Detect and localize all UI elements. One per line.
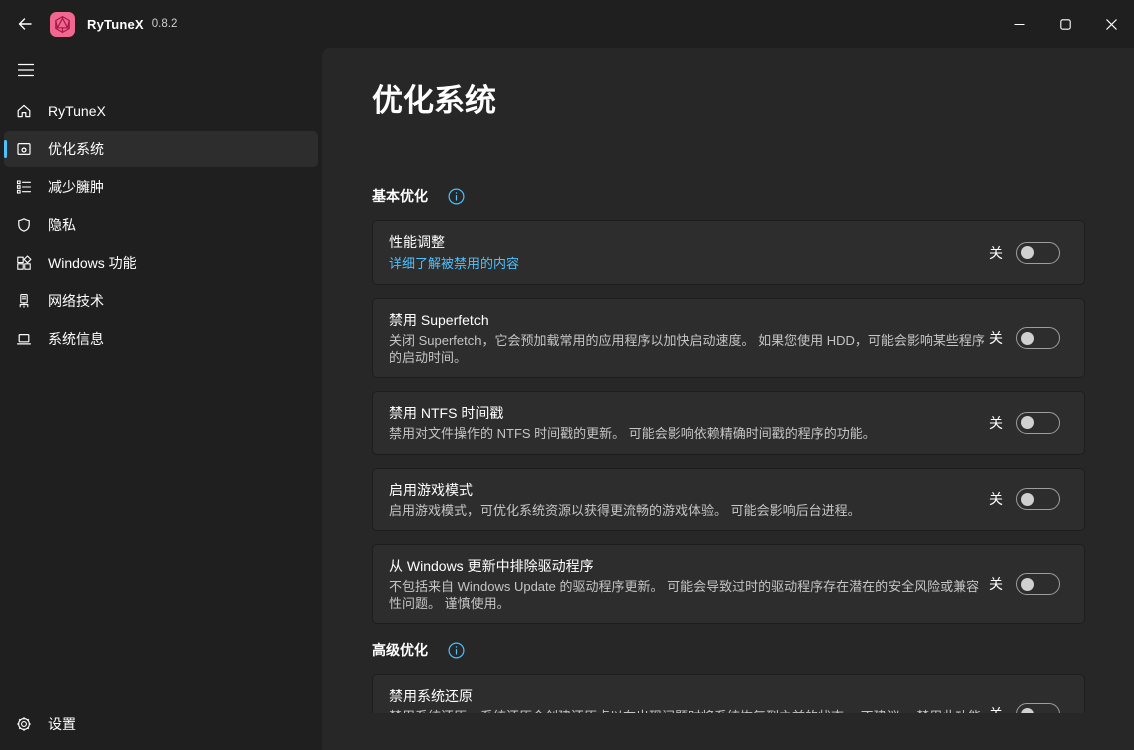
sidebar: RyTuneX 优化系统 减少臃肿 隐私 Windows 功能 网络技术 系统信…: [0, 48, 322, 750]
toggle-knob: [1021, 332, 1034, 345]
toggle-state-label: 关: [989, 489, 1003, 509]
scroll-viewport[interactable]: 优化系统 基本优化 性能调整 详细了解被禁用的内容 关 禁用: [322, 48, 1134, 713]
app-version: 0.8.2: [152, 18, 178, 30]
toggle-switch[interactable]: [1016, 488, 1060, 510]
toggle-state-label: 关: [989, 413, 1003, 433]
laptop-icon: [16, 331, 32, 347]
info-icon[interactable]: [448, 642, 465, 659]
setting-card-performance-tweaks: 性能调整 详细了解被禁用的内容 关: [372, 220, 1085, 285]
features-icon: [16, 255, 32, 271]
sidebar-item-home[interactable]: RyTuneX: [4, 93, 318, 129]
sidebar-item-privacy[interactable]: 隐私: [4, 207, 318, 243]
sidebar-nav: RyTuneX 优化系统 减少臃肿 隐私 Windows 功能 网络技术 系统信…: [0, 91, 322, 359]
cards-container: 禁用系统还原 禁用系统还原，系统还原会创建还原点以在出现问题时将系统恢复到之前的…: [372, 674, 1085, 713]
minimize-icon: [1014, 19, 1025, 30]
toggle-state-label: 关: [989, 704, 1003, 713]
nav-menu-button[interactable]: [6, 53, 46, 87]
sidebar-item-network-tech[interactable]: 网络技术: [4, 283, 318, 319]
titlebar: RyTuneX 0.8.2: [0, 0, 1134, 48]
close-button[interactable]: [1088, 0, 1134, 48]
section-title: 高级优化: [372, 640, 428, 660]
toggle-switch[interactable]: [1016, 327, 1060, 349]
back-button[interactable]: [6, 7, 44, 41]
setting-title: 禁用 NTFS 时间戳: [389, 403, 987, 423]
setting-card-disable-ntfs-timestamp: 禁用 NTFS 时间戳 禁用对文件操作的 NTFS 时间戳的更新。 可能会影响依…: [372, 391, 1085, 455]
debloat-icon: [16, 179, 32, 195]
toggle-knob: [1021, 708, 1034, 714]
section-header: 高级优化: [372, 640, 1085, 660]
section-basic: 基本优化 性能调整 详细了解被禁用的内容 关 禁用 Superfetch 关闭 …: [372, 186, 1085, 624]
setting-description: 关闭 Superfetch，它会预加载常用的应用程序以加快启动速度。 如果您使用…: [389, 333, 987, 366]
toggle-state-label: 关: [989, 243, 1003, 263]
maximize-icon: [1060, 19, 1071, 30]
toggle-knob: [1021, 416, 1034, 429]
toggle-switch[interactable]: [1016, 703, 1060, 713]
setting-card-enable-game-mode: 启用游戏模式 启用游戏模式，可优化系统资源以获得更流畅的游戏体验。 可能会影响后…: [372, 468, 1085, 532]
toggle-knob: [1021, 493, 1034, 506]
toggle-switch[interactable]: [1016, 242, 1060, 264]
sections-container: 基本优化 性能调整 详细了解被禁用的内容 关 禁用 Superfetch 关闭 …: [372, 186, 1085, 713]
toggle-switch[interactable]: [1016, 573, 1060, 595]
sidebar-item-windows-features[interactable]: Windows 功能: [4, 245, 318, 281]
setting-card-exclude-drivers-from-windows-update: 从 Windows 更新中排除驱动程序 不包括来自 Windows Update…: [372, 544, 1085, 624]
toggle-state-label: 关: [989, 328, 1003, 348]
learn-more-link[interactable]: 详细了解被禁用的内容: [389, 255, 519, 273]
section-advanced: 高级优化 禁用系统还原 禁用系统还原，系统还原会创建还原点以在出现问题时将系统恢…: [372, 640, 1085, 713]
optimize-icon: [16, 141, 32, 157]
main-content: 优化系统 基本优化 性能调整 详细了解被禁用的内容 关 禁用: [322, 48, 1134, 750]
gear-icon: [16, 716, 32, 732]
sidebar-item-settings[interactable]: 设置: [4, 706, 318, 742]
app-title: RyTuneX: [87, 17, 144, 32]
sidebar-item-system-info[interactable]: 系统信息: [4, 321, 318, 357]
toggle-state-label: 关: [989, 574, 1003, 594]
setting-title: 禁用系统还原: [389, 686, 987, 706]
setting-card-disable-superfetch: 禁用 Superfetch 关闭 Superfetch，它会预加载常用的应用程序…: [372, 298, 1085, 378]
close-icon: [1106, 19, 1117, 30]
setting-title: 从 Windows 更新中排除驱动程序: [389, 556, 987, 576]
setting-card-disable-system-restore: 禁用系统还原 禁用系统还原，系统还原会创建还原点以在出现问题时将系统恢复到之前的…: [372, 674, 1085, 713]
toggle-knob: [1021, 578, 1034, 591]
setting-title: 禁用 Superfetch: [389, 310, 987, 330]
cards-container: 性能调整 详细了解被禁用的内容 关 禁用 Superfetch 关闭 Super…: [372, 220, 1085, 624]
setting-description: 禁用系统还原，系统还原会创建还原点以在出现问题时将系统恢复到之前的状态。 不建议…: [389, 709, 987, 713]
setting-title: 性能调整: [389, 232, 987, 252]
minimize-button[interactable]: [996, 0, 1042, 48]
maximize-button[interactable]: [1042, 0, 1088, 48]
toggle-switch[interactable]: [1016, 412, 1060, 434]
setting-description: 禁用对文件操作的 NTFS 时间戳的更新。 可能会影响依赖精确时间戳的程序的功能…: [389, 426, 987, 443]
page-title: 优化系统: [372, 48, 1085, 122]
home-icon: [16, 103, 32, 119]
sidebar-footer: 设置: [0, 704, 322, 744]
back-arrow-icon: [17, 16, 33, 32]
shield-icon: [16, 217, 32, 233]
hamburger-icon: [18, 63, 34, 77]
info-icon[interactable]: [448, 188, 465, 205]
toggle-knob: [1021, 246, 1034, 259]
setting-description: 不包括来自 Windows Update 的驱动程序更新。 可能会导致过时的驱动…: [389, 579, 987, 612]
setting-description: 启用游戏模式，可优化系统资源以获得更流畅的游戏体验。 可能会影响后台进程。: [389, 503, 987, 520]
app-logo: [50, 12, 75, 37]
section-title: 基本优化: [372, 186, 428, 206]
sidebar-item-optimize-system[interactable]: 优化系统: [4, 131, 318, 167]
section-header: 基本优化: [372, 186, 1085, 206]
sidebar-item-debloat[interactable]: 减少臃肿: [4, 169, 318, 205]
network-icon: [16, 293, 32, 309]
window-controls: [996, 0, 1134, 48]
setting-title: 启用游戏模式: [389, 480, 987, 500]
